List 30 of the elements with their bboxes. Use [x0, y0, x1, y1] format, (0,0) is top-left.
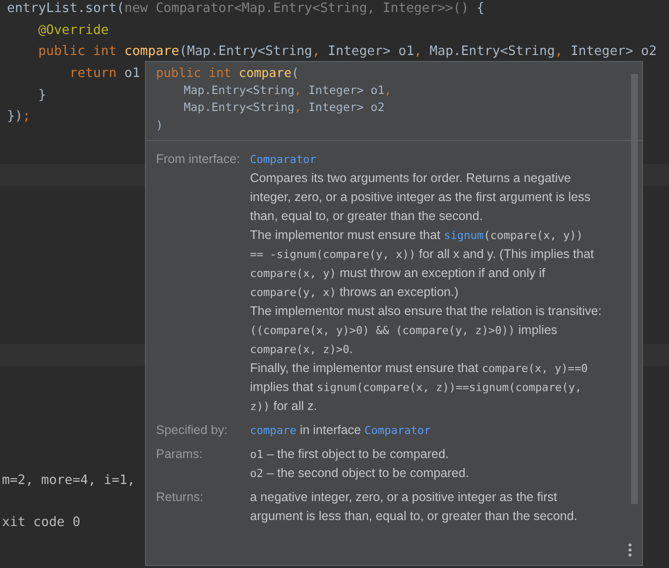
- method-signature-line: ): [156, 116, 163, 134]
- method-signature-line: public int compare(: [156, 64, 300, 82]
- method-signature-line: Map.Entry<String, Integer> o1,: [182, 82, 392, 98]
- code-line: }: [37, 88, 46, 103]
- doc-paragraph: The implementor must ensure that signum(compare(x, y)) == -signum(compare(y, x)) for all x and y. (This implies that compare(x, y) must throw an exception if and only if compare(y, x) throws an exception.): [250, 227, 595, 301]
- section-label: From interface:: [156, 151, 242, 168]
- section-label: Params:: [156, 446, 204, 463]
- method-signature-line: Map.Entry<String, Integer> o2: [182, 99, 385, 116]
- doc-paragraph: o2 – the second object to be compared.: [250, 465, 470, 482]
- section-label: Specified by:: [156, 422, 229, 439]
- section-label: Returns:: [156, 489, 204, 506]
- code-line: return o1: [68, 66, 140, 82]
- console-output-line: m=2, more=4, i=1,: [1, 473, 136, 490]
- doc-paragraph: The implementor must also ensure that the relation is transitive: ((compare(x, y)>0) && (compare(y, z)>0)) implies compare(x, z)>0.: [250, 303, 602, 358]
- doc-paragraph: compare in interface Comparator: [250, 422, 432, 439]
- doc-link[interactable]: Comparator: [364, 424, 431, 437]
- scrollbar-thumb[interactable]: [631, 74, 638, 504]
- doc-paragraph: Finally, the implementor must ensure that compare(x, y)==0 implies that signum(compare(x, z))==signum(compare(y, z)) for all z.: [250, 360, 589, 415]
- more-options-icon[interactable]: [628, 543, 632, 557]
- code-line: @Override: [37, 22, 109, 38]
- doc-link[interactable]: Comparator: [250, 153, 316, 166]
- doc-paragraph: a negative integer, zero, or a positive integer as the first argument is less than, equal to, or greater than the second.: [250, 489, 578, 525]
- doc-link[interactable]: signum: [444, 229, 484, 242]
- doc-link[interactable]: compare: [250, 424, 296, 437]
- console-output-line: xit code 0: [1, 515, 80, 532]
- doc-paragraph: Compares its two arguments for order. Returns a negative integer, zero, or a positive integer as the first argument is less than, equal to, or greater than the second.: [250, 170, 592, 225]
- code-line: });: [6, 109, 30, 124]
- doc-paragraph: o1 – the first object to be compared.: [250, 446, 450, 463]
- code-line: entryList.sort(new Comparator<Map.Entry<String, Integer>>() {: [6, 1, 484, 16]
- code-line: public int compare(Map.Entry<String, Integer> o1, Map.Entry<String, Integer> o2: [37, 44, 657, 60]
